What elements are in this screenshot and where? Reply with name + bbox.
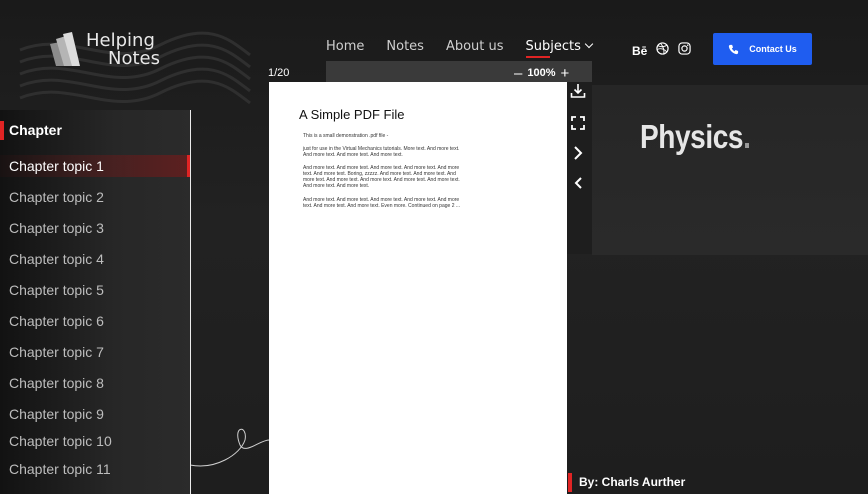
pdf-toolbar: [567, 82, 592, 254]
page: Helping Notes Home Notes About us Subjec…: [0, 0, 868, 494]
dribbble-icon[interactable]: [656, 42, 670, 60]
nav-notes[interactable]: Notes: [386, 39, 424, 54]
next-page-icon[interactable]: [569, 144, 587, 162]
chapter-item-5[interactable]: Chapter topic 5: [0, 279, 190, 310]
pdf-paragraph-2: just for use in the Virtual Mechanics tu…: [303, 146, 460, 158]
chapter-item-6[interactable]: Chapter topic 6: [0, 310, 190, 341]
chapter-item-2[interactable]: Chapter topic 2: [0, 186, 190, 217]
pdf-paragraph-4: And more text. And more text. And more t…: [303, 197, 461, 209]
pdf-title: A Simple PDF File: [299, 107, 405, 122]
zoom-controls: – 100% +: [509, 66, 574, 81]
previous-page-icon[interactable]: [569, 174, 587, 192]
chapter-item-1[interactable]: Chapter topic 1: [0, 155, 190, 177]
author-credit: By: Charls Aurther: [568, 473, 685, 492]
zoom-in-button[interactable]: +: [560, 66, 569, 81]
chapter-item-8[interactable]: Chapter topic 8: [0, 372, 190, 403]
logo-line-2: Notes: [108, 48, 160, 69]
site-logo[interactable]: Helping Notes: [46, 30, 160, 70]
active-underline: [525, 56, 550, 58]
download-icon[interactable]: [569, 82, 587, 100]
chapter-item-4[interactable]: Chapter topic 4: [0, 248, 190, 279]
phone-icon: [729, 44, 739, 54]
pdf-paragraph-1: This is a small demonstration .pdf file …: [303, 133, 389, 139]
chapter-item-7[interactable]: Chapter topic 7: [0, 341, 190, 372]
chapter-item-11[interactable]: Chapter topic 11: [0, 458, 190, 489]
chapter-item-9[interactable]: Chapter topic 9: [0, 403, 190, 430]
social-links: Bē: [632, 42, 700, 60]
subject-dot: .: [743, 118, 751, 155]
zoom-out-button[interactable]: –: [514, 66, 522, 81]
pdf-paragraph-3: And more text. And more text. And more t…: [303, 165, 460, 189]
contact-us-button[interactable]: Contact Us: [713, 33, 812, 65]
sidebar-title: Chapter: [0, 121, 62, 140]
main-nav: Home Notes About us Subjects: [326, 39, 614, 58]
subject-title: Physics.: [640, 118, 751, 156]
page-indicator: 1/20: [268, 67, 290, 79]
nav-subjects[interactable]: Subjects: [525, 39, 594, 58]
sidebar-divider: [190, 110, 191, 494]
chevron-down-icon: [584, 39, 594, 49]
instagram-icon[interactable]: [678, 42, 692, 60]
logo-mark-icon: [50, 32, 80, 66]
subject-name: Physics: [640, 118, 744, 155]
nav-subjects-label: Subjects: [525, 39, 581, 54]
chapter-list: Chapter topic 1 Chapter topic 2 Chapter …: [0, 155, 190, 489]
contact-us-label: Contact Us: [749, 44, 797, 54]
chapter-item-10[interactable]: Chapter topic 10: [0, 430, 190, 458]
chapter-item-3[interactable]: Chapter topic 3: [0, 217, 190, 248]
nav-about-us[interactable]: About us: [446, 39, 504, 54]
logo-text: Helping Notes: [86, 32, 160, 68]
nav-home[interactable]: Home: [326, 39, 364, 54]
pdf-page[interactable]: A Simple PDF File This is a small demons…: [269, 82, 567, 494]
zoom-level: 100%: [527, 67, 556, 79]
fullscreen-icon[interactable]: [569, 114, 587, 132]
subject-banner: [592, 85, 868, 255]
behance-icon[interactable]: Bē: [632, 44, 647, 58]
